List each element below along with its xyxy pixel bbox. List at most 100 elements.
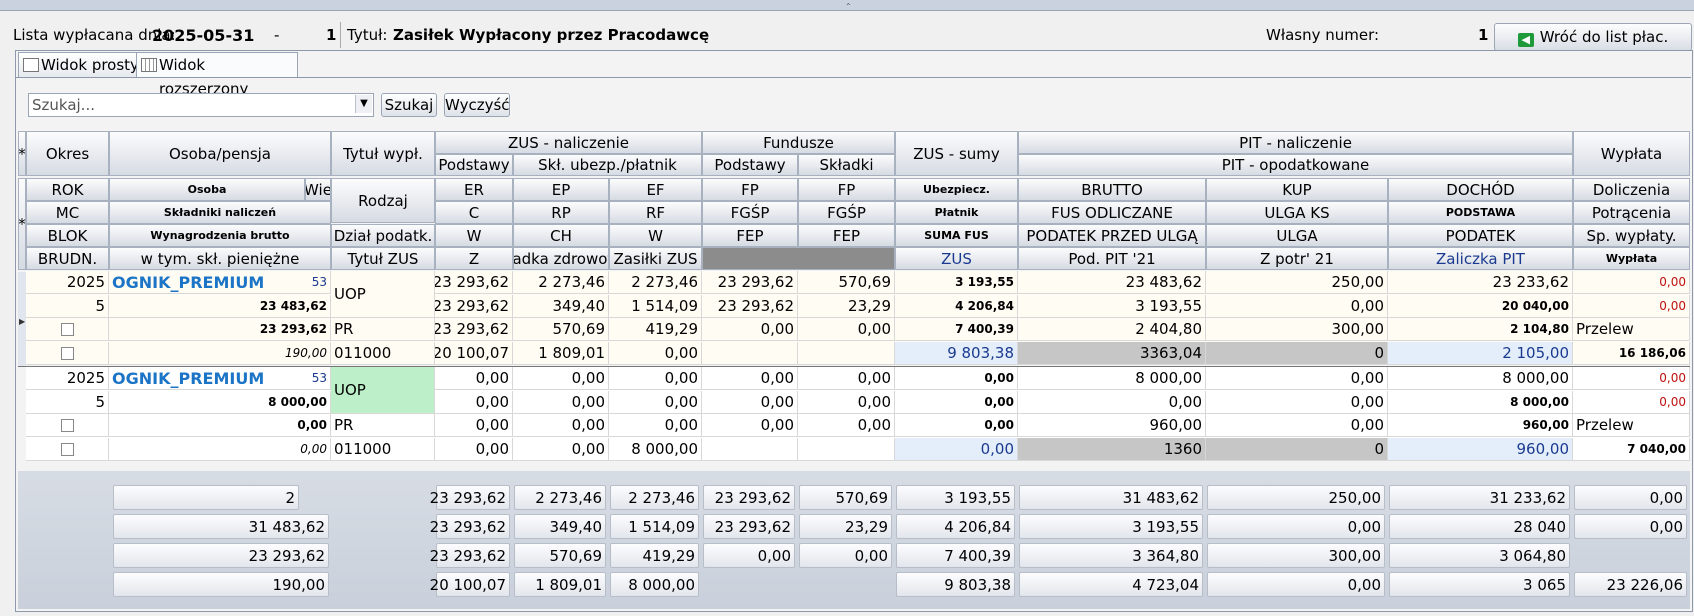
resize-grip-icon[interactable]: ⌃ xyxy=(845,2,852,11)
header-g-2[interactable]: FEP xyxy=(702,224,798,247)
record-value[interactable]: 0,00 xyxy=(609,391,702,414)
record-value[interactable]: 0 xyxy=(1206,342,1388,365)
record-value[interactable]: 8 000,00 xyxy=(1388,367,1573,390)
header-l-1[interactable]: PODSTAWA xyxy=(1388,201,1573,224)
header-i-3[interactable]: ZUS xyxy=(895,247,1018,270)
record-person[interactable]: OGNIK_PREMIUM 53 xyxy=(109,271,331,294)
record-value[interactable]: 20 040,00 xyxy=(1388,295,1573,318)
header-d-3[interactable]: Z xyxy=(435,247,513,270)
record-value[interactable]: 419,29 xyxy=(609,318,702,341)
header-k-3[interactable]: Z potr' 21 xyxy=(1206,247,1388,270)
record-value[interactable]: 960,00 xyxy=(1388,438,1573,461)
record-value[interactable]: 0,00 xyxy=(513,391,609,414)
header-c-3[interactable]: Tytuł ZUS xyxy=(331,247,435,270)
header-b-1[interactable]: Składniki naliczeń xyxy=(109,201,331,224)
clear-button[interactable]: Wyczyść xyxy=(444,93,510,117)
record-value[interactable]: 960,00 xyxy=(1018,414,1206,437)
header-l-2[interactable]: PODATEK xyxy=(1388,224,1573,247)
record-value[interactable]: 8 000,00 xyxy=(1388,391,1573,414)
record-value[interactable]: 2 104,80 xyxy=(1388,318,1573,341)
header-zus-sumy[interactable]: ZUS - sumy xyxy=(895,131,1018,176)
header-wie[interactable]: Wie xyxy=(305,178,331,201)
header-c-2[interactable]: Dział podatk. xyxy=(331,224,435,247)
checkbox-icon[interactable] xyxy=(60,418,74,432)
header-l-0[interactable]: DOCHÓD xyxy=(1388,178,1573,201)
checkbox-icon[interactable] xyxy=(60,322,74,336)
record-rodzaj[interactable]: UOP xyxy=(331,271,435,318)
header-k-0[interactable]: KUP xyxy=(1206,178,1388,201)
header-g-0[interactable]: FP xyxy=(702,178,798,201)
record-value[interactable]: 0,00 xyxy=(798,367,895,390)
record-value[interactable]: 0,00 xyxy=(1206,391,1388,414)
record-value[interactable]: 0,00 xyxy=(1573,391,1690,414)
header-j-0[interactable]: BRUTTO xyxy=(1018,178,1206,201)
record-value[interactable]: 2 105,00 xyxy=(1388,342,1573,365)
record-value[interactable]: 570,69 xyxy=(798,271,895,294)
header-h-2[interactable]: FEP xyxy=(798,224,895,247)
search-button[interactable]: Szukaj xyxy=(381,93,437,117)
record-value[interactable]: 0,00 xyxy=(513,414,609,437)
tab-widok-rozszerzony[interactable]: Widok rozszerzony xyxy=(136,52,298,98)
header-wyplata[interactable]: Wypłata xyxy=(1573,131,1690,176)
record-value[interactable]: 0,00 xyxy=(1206,367,1388,390)
header-h-0[interactable]: FP xyxy=(798,178,895,201)
record-value[interactable]: 7 040,00 xyxy=(1573,438,1690,461)
header-rodzaj[interactable]: Rodzaj xyxy=(331,178,435,223)
record-value[interactable]: 570,69 xyxy=(513,318,609,341)
record-value[interactable]: Przelew xyxy=(1573,414,1690,437)
record-value[interactable]: 8 000,00 xyxy=(609,438,702,461)
record-value[interactable]: 0,00 xyxy=(435,438,513,461)
header-osoba[interactable]: Osoba/pensja xyxy=(109,131,331,176)
header-d-0[interactable]: ER xyxy=(435,178,513,201)
checkbox-icon[interactable] xyxy=(60,346,74,360)
record-value[interactable]: 0,00 xyxy=(895,367,1018,390)
record-value[interactable]: 0,00 xyxy=(895,438,1018,461)
header-i-2[interactable]: SUMA FUS xyxy=(895,224,1018,247)
record-value[interactable]: 0,00 xyxy=(435,367,513,390)
record-value[interactable]: 23,29 xyxy=(798,295,895,318)
record-value[interactable]: 23 293,62 xyxy=(435,295,513,318)
record-value[interactable]: 0,00 xyxy=(702,318,798,341)
header-zus-naliczenie[interactable]: ZUS - naliczenie xyxy=(435,131,702,154)
record-value[interactable]: 300,00 xyxy=(1206,318,1388,341)
record-value[interactable]: 0,00 xyxy=(798,318,895,341)
record-blok[interactable]: PR xyxy=(331,318,435,341)
checkbox-icon[interactable] xyxy=(60,442,74,456)
person-name[interactable]: OGNIK_PREMIUM xyxy=(112,273,264,292)
record-value[interactable]: 9 803,38 xyxy=(895,342,1018,365)
header-m-1[interactable]: Potrącenia xyxy=(1573,201,1690,224)
record-value[interactable]: 0,00 xyxy=(435,391,513,414)
header-f-3[interactable]: Zasiłki ZUS xyxy=(609,247,702,270)
header-f-1[interactable]: RF xyxy=(609,201,702,224)
record-value[interactable]: 20 100,07 xyxy=(435,342,513,365)
record-value[interactable]: 349,40 xyxy=(513,295,609,318)
record-value[interactable]: 3 193,55 xyxy=(895,271,1018,294)
header-l-3[interactable]: Zaliczka PIT xyxy=(1388,247,1573,270)
header-fp-skladki[interactable]: Składki xyxy=(798,154,895,176)
record-value[interactable]: 16 186,06 xyxy=(1573,342,1690,365)
header-fp-podstawy[interactable]: Podstawy xyxy=(702,154,798,176)
record-value[interactable]: 960,00 xyxy=(1388,414,1573,437)
header-a-0[interactable]: ROK xyxy=(26,178,109,201)
record-value[interactable]: 0,00 xyxy=(609,367,702,390)
record-value[interactable]: 0,00 xyxy=(895,391,1018,414)
record-value[interactable] xyxy=(798,438,895,461)
record-value[interactable]: 23 293,62 xyxy=(435,318,513,341)
record-tytul-zus[interactable]: 011000 xyxy=(331,342,435,365)
record-value[interactable]: 0,00 xyxy=(609,414,702,437)
header-m-2[interactable]: Sp. wypłaty. xyxy=(1573,224,1690,247)
header-tytul-wypl[interactable]: Tytuł wypł. xyxy=(331,131,435,176)
record-value[interactable]: 23 483,62 xyxy=(1018,271,1206,294)
header-pit-opodatkowane[interactable]: PIT - opodatkowane xyxy=(1018,154,1573,176)
header-k-2[interactable]: ULGA xyxy=(1206,224,1388,247)
record-value[interactable]: 2 273,46 xyxy=(513,271,609,294)
row-selector[interactable]: ▶ xyxy=(18,272,26,366)
header-j-2[interactable]: PODATEK PRZED ULGĄ xyxy=(1018,224,1206,247)
header-skl-ubezp[interactable]: Skł. ubezp./płatnik xyxy=(513,154,702,176)
record-value[interactable]: 0,00 xyxy=(1206,414,1388,437)
record-rodzaj[interactable]: UOP xyxy=(331,367,435,414)
record-value[interactable]: 0,00 xyxy=(702,391,798,414)
record-value[interactable]: 23 293,62 xyxy=(435,271,513,294)
tab-widok-prosty[interactable]: Widok prosty xyxy=(18,52,150,77)
record-value[interactable]: Przelew xyxy=(1573,318,1690,341)
